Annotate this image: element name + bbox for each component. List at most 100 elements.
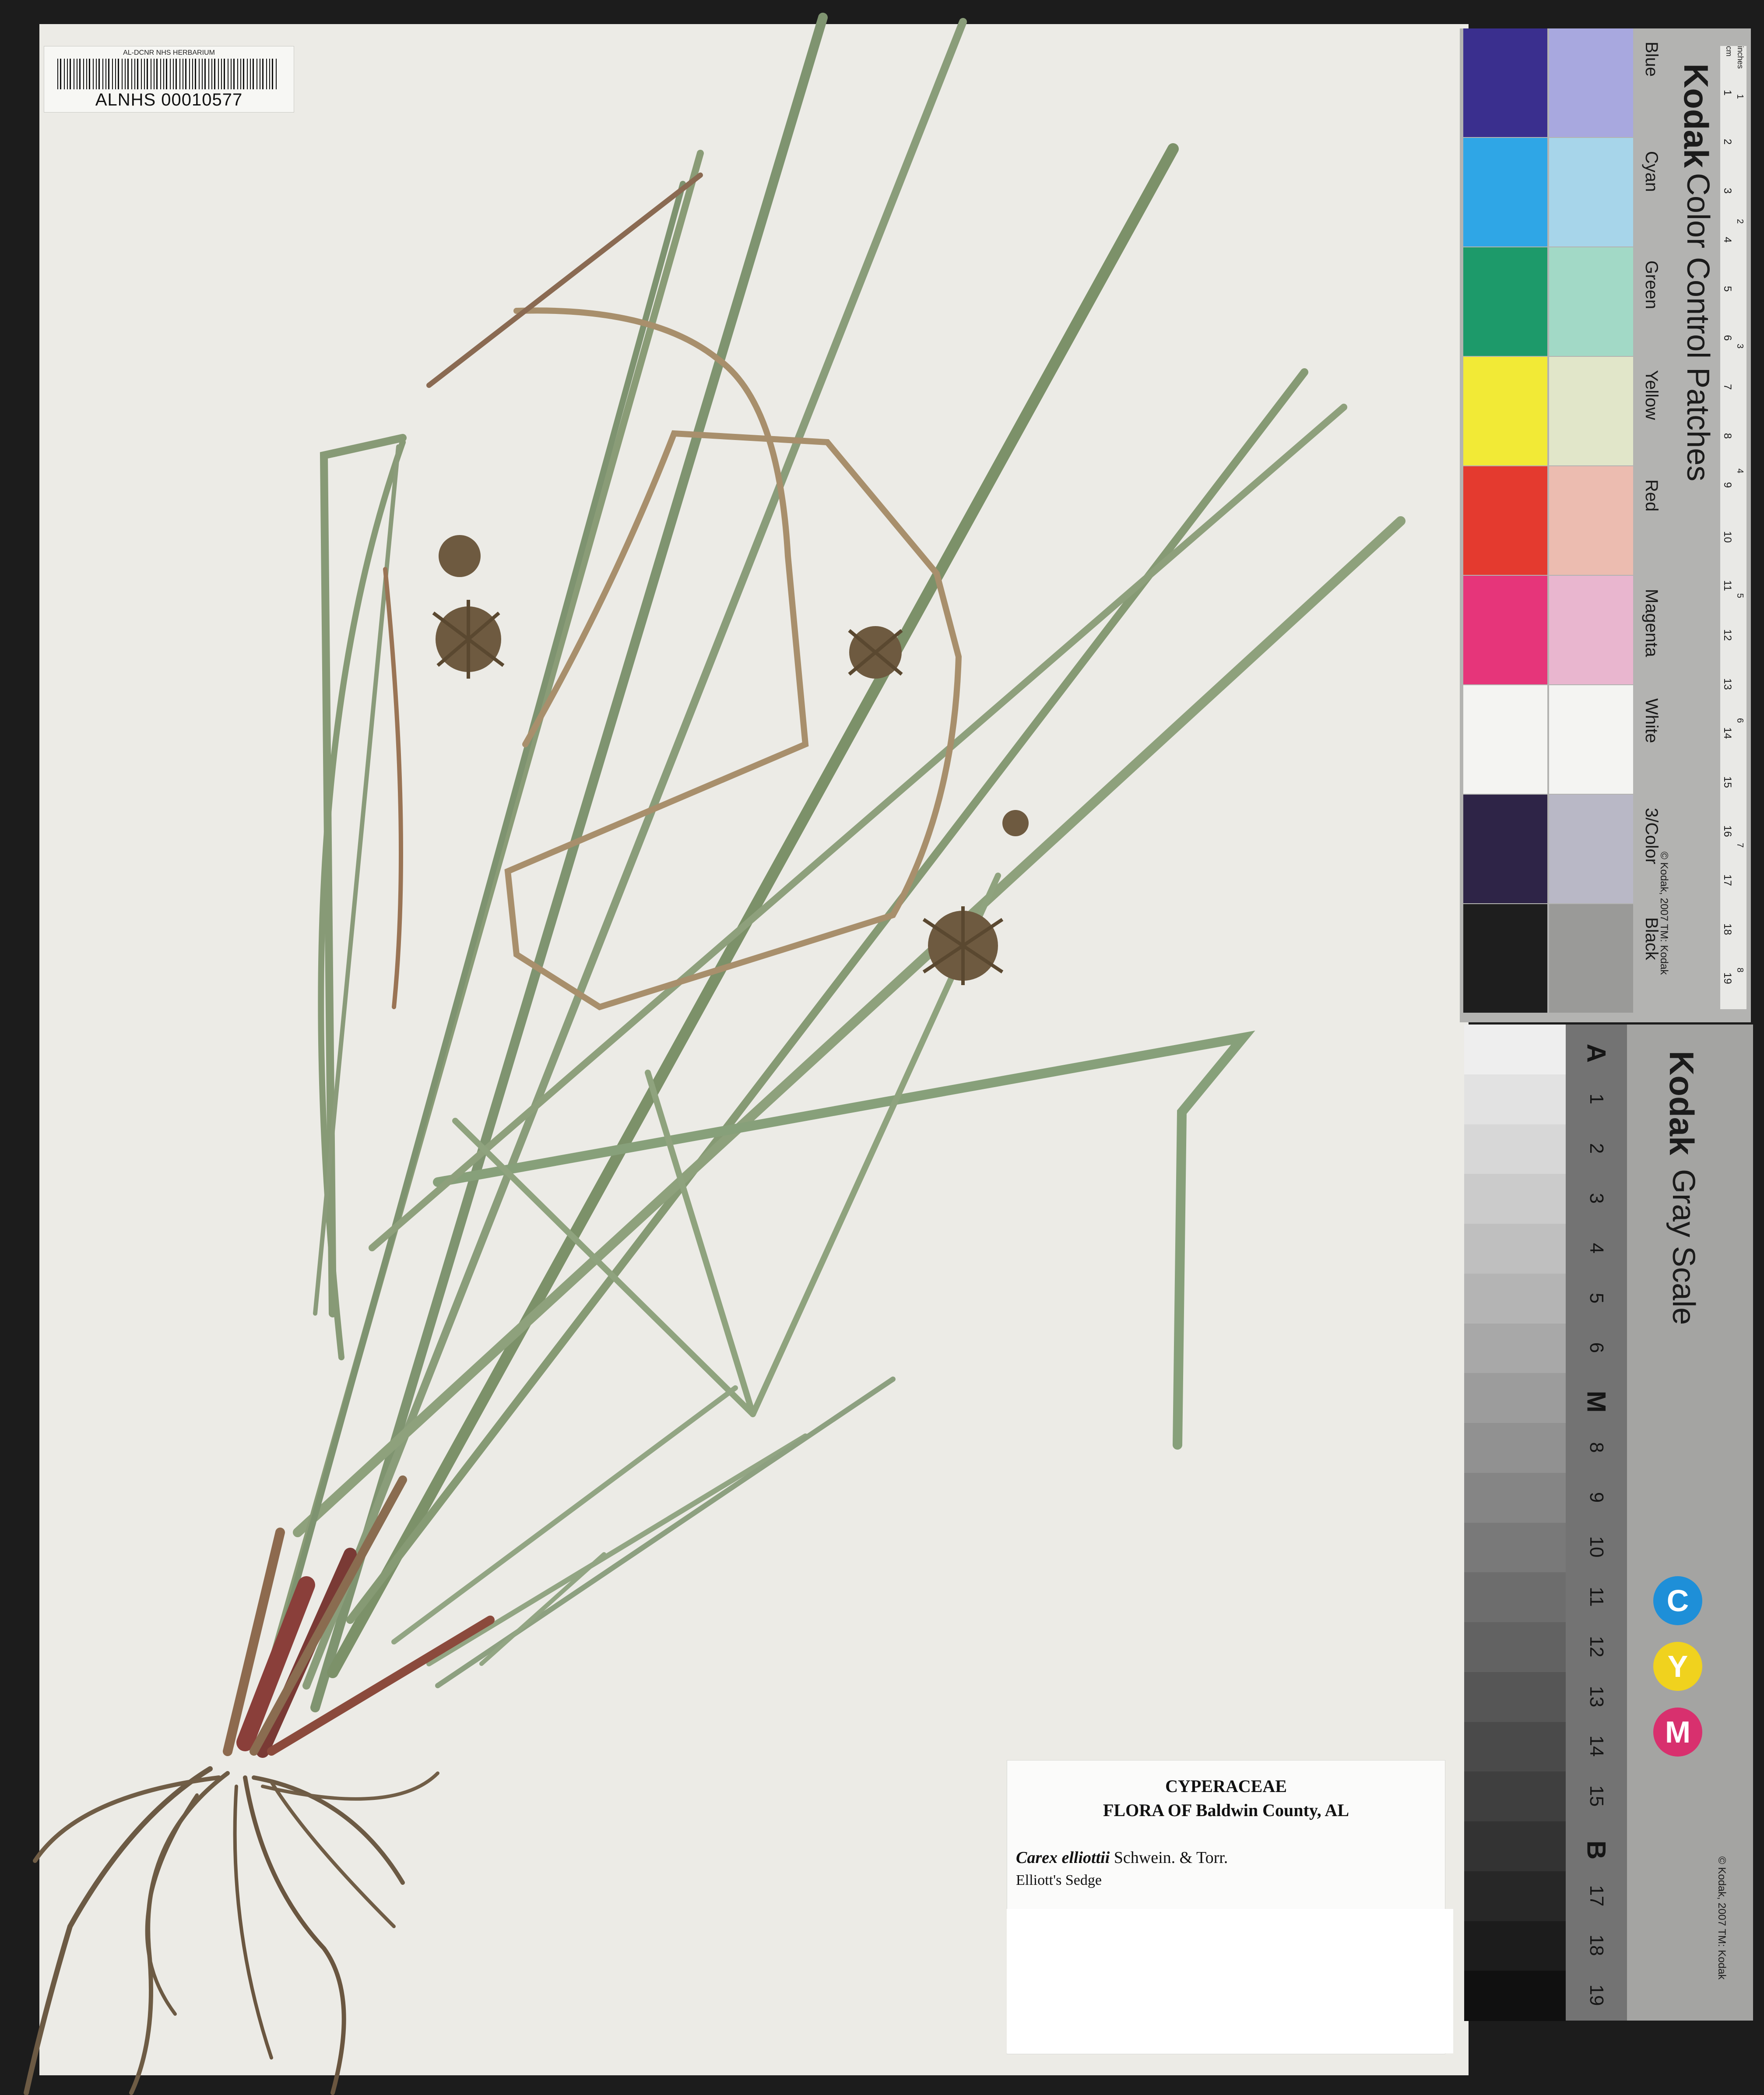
gray-card-label-band: Kodak Gray Scale CYM © Kodak, 2007 TM: K…: [1627, 1025, 1753, 2021]
herbarium-sheet-image: AL-DCNR NHS HERBARIUM ALNHS 00010577 Kod…: [0, 0, 1764, 2095]
ruler-inch-number: 3: [1735, 344, 1745, 349]
ruler-inch-number: 6: [1735, 718, 1745, 723]
ruler-inch-number: 2: [1735, 219, 1745, 224]
gray-step: [1464, 1871, 1566, 1922]
color-patch-black-tint: [1549, 904, 1633, 1013]
color-card-brand: Kodak: [1677, 63, 1715, 168]
ruler-inch-number: 4: [1735, 468, 1745, 474]
color-patch-magenta-tint: [1549, 576, 1633, 684]
gray-step: [1464, 1722, 1566, 1772]
gray-step: [1464, 1074, 1566, 1125]
ruler-cm-number: 12: [1722, 629, 1733, 641]
color-patch-cyan-tint: [1549, 138, 1633, 246]
ruler-cm-number: 18: [1722, 923, 1733, 935]
gray-step: [1464, 1821, 1566, 1872]
taxon-line: Carex elliottii Schwein. & Torr.: [1016, 1848, 1436, 1867]
gray-step: [1464, 1622, 1566, 1672]
gray-step: [1464, 1124, 1566, 1175]
color-patch-blue-tint: [1549, 28, 1633, 137]
ruler-inch-number: 1: [1735, 94, 1745, 99]
color-patch-cyan-full: [1463, 138, 1547, 246]
gray-step: [1464, 1771, 1566, 1822]
gray-step: [1464, 1971, 1566, 2021]
gray-step-label: 19: [1586, 1984, 1607, 2006]
gray-step: [1464, 1572, 1566, 1623]
color-card-title: Color Control Patches: [1680, 173, 1715, 482]
patch-name-white: White: [1642, 698, 1661, 743]
ruler-cm-number: 19: [1722, 972, 1733, 984]
ruler-cm-number: 13: [1722, 678, 1733, 690]
ruler-units-inches: inches: [1736, 46, 1745, 69]
ruler-cm-number: 15: [1722, 776, 1733, 788]
patch-name-cyan: Cyan: [1642, 151, 1661, 192]
ruler-inch-number: 7: [1735, 843, 1745, 848]
color-patch-red-full: [1463, 466, 1547, 575]
color-patches: [1463, 28, 1635, 1022]
gray-step: [1464, 1472, 1566, 1523]
color-patch-white-tint: [1549, 685, 1633, 794]
color-card-label-band: Kodak Color Control Patches Blue Cyan Gree…: [1635, 28, 1720, 1022]
ruler-cm-number: 9: [1722, 482, 1733, 488]
ruler-cm-number: 4: [1722, 237, 1733, 243]
gray-step: [1464, 1323, 1566, 1374]
ruler-cm-number: 16: [1722, 825, 1733, 837]
patch-name-red: Red: [1642, 479, 1661, 512]
common-name: Elliott's Sedge: [1016, 1872, 1102, 1888]
color-patch-white-full: [1463, 685, 1547, 794]
gray-step-number-band: A 1 2 3 4 5 6 M 8 9 10 11 12 13 14 15 B 17 18 19: [1566, 1025, 1627, 2021]
gray-card-title: Gray Scale: [1666, 1169, 1701, 1325]
ruler-cm-number: 2: [1722, 139, 1733, 145]
color-patch-green-full: [1463, 247, 1547, 356]
gray-step: [1464, 1522, 1566, 1573]
color-patch-black-full: [1463, 904, 1547, 1013]
ruler-inch-number: 5: [1735, 593, 1745, 599]
color-patch-3-color-full: [1463, 795, 1547, 903]
ruler-cm-number: 8: [1722, 433, 1733, 439]
flora-region: FLORA OF Baldwin County, AL: [1103, 1800, 1349, 1820]
gray-step: [1464, 1921, 1566, 1972]
kodak-color-control-card: Kodak Color Control Patches Blue Cyan Gree…: [1460, 28, 1751, 1022]
ruler-cm-number: 10: [1722, 531, 1733, 543]
ruler-cm-number: 6: [1722, 335, 1733, 341]
patch-name-magenta: Magenta: [1642, 589, 1661, 657]
patch-name-blue: Blue: [1642, 42, 1661, 77]
ruler-cm-number: 17: [1722, 874, 1733, 886]
ruler-units-cm: cm: [1725, 46, 1733, 56]
kodak-gray-scale-card: A 1 2 3 4 5 6 M 8 9 10 11 12 13 14 15 B 17 18 19 Kodak Gray…: [1464, 1025, 1753, 2021]
color-patch-blue-full: [1463, 28, 1547, 137]
gray-step-label: 6: [1586, 1342, 1607, 1353]
ruler-cm-number: 1: [1722, 90, 1733, 96]
gray-card-brand: Kodak: [1662, 1051, 1701, 1155]
ruler-cm-number: 3: [1722, 188, 1733, 194]
gray-step: [1464, 1273, 1566, 1324]
gray-step: [1464, 1373, 1566, 1423]
color-patch-green-tint: [1549, 247, 1633, 356]
color-patch-yellow-full: [1463, 357, 1547, 465]
gray-card-copyright: © Kodak, 2007 TM: Kodak: [1716, 1856, 1728, 1980]
gray-step: [1464, 1174, 1566, 1224]
color-patch-yellow-tint: [1549, 357, 1633, 465]
ruler-cm-number: 5: [1722, 286, 1733, 292]
ruler-cm-number: 7: [1722, 384, 1733, 390]
color-patch-3-color-tint: [1549, 795, 1633, 903]
family-name: CYPERACEAE: [1165, 1776, 1287, 1796]
ruler-cm-number: 11: [1722, 580, 1733, 591]
patch-name-yellow: Yellow: [1642, 370, 1661, 420]
gray-step: [1464, 1672, 1566, 1722]
color-card-copyright: © Kodak, 2007 TM: Kodak: [1658, 852, 1670, 975]
cmy-dot-m: M: [1653, 1708, 1702, 1757]
centimeter-ruler: inches cm 1 2 3 4 5 6 7 8 9 10 11 12 13 14 15 16 17 18 19 1 2 3…: [1720, 46, 1746, 1009]
ruler-inch-number: 8: [1735, 968, 1745, 973]
label-blank-area: [1007, 1909, 1453, 2053]
cmy-dot-y: Y: [1653, 1642, 1702, 1691]
gray-scale-steps: [1464, 1025, 1566, 2021]
cmy-dot-c: C: [1653, 1576, 1702, 1625]
scientific-name: Carex elliottii: [1016, 1849, 1110, 1867]
color-patch-magenta-full: [1463, 576, 1547, 684]
gray-step: [1464, 1423, 1566, 1473]
patch-name-green: Green: [1642, 261, 1661, 310]
gray-step-label: 15: [1586, 1785, 1607, 1807]
ruler-cm-number: 14: [1722, 727, 1733, 739]
authority: Schwein. & Torr.: [1114, 1849, 1228, 1867]
gray-step: [1464, 1025, 1566, 1075]
